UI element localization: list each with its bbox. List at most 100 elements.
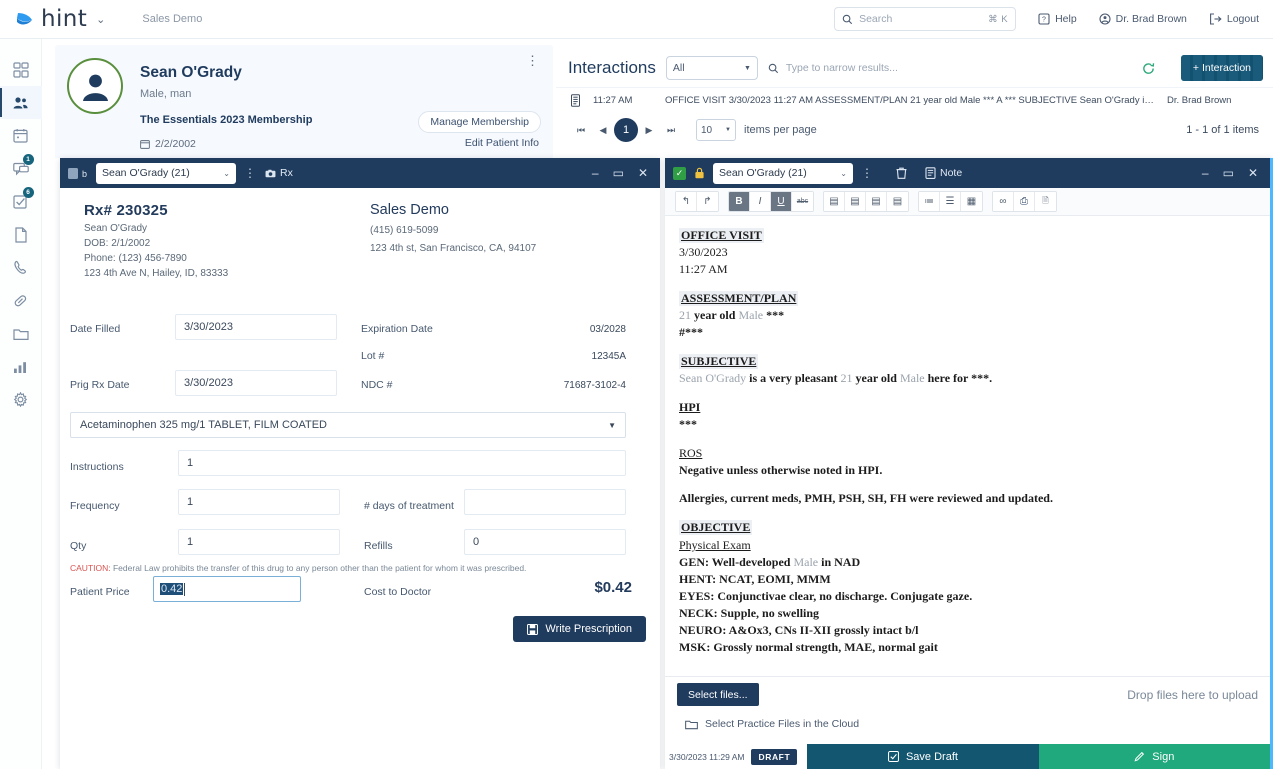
italic-icon[interactable]: I <box>750 192 771 211</box>
refills-input[interactable]: 0 <box>464 529 626 555</box>
note-minimize-button[interactable]: – <box>1202 167 1209 179</box>
rx-window-kebab-menu[interactable]: ⋮ <box>244 166 257 180</box>
avatar <box>67 58 123 114</box>
add-interaction-button[interactable]: + Interaction <box>1180 55 1263 81</box>
patient-card-kebab-menu[interactable]: ⋮ <box>526 53 540 69</box>
hint-logo-icon <box>14 10 34 29</box>
prig-rx-date-input[interactable]: 3/30/2023 <box>175 370 337 396</box>
table-icon[interactable]: ▦ <box>961 192 982 211</box>
brand-logo[interactable]: hint ⌄ <box>14 6 105 32</box>
note-icon <box>925 167 936 179</box>
strikethrough-icon[interactable]: abc <box>792 192 813 211</box>
page-icon[interactable]: 🗎 <box>1035 192 1056 211</box>
frequency-input[interactable]: 1 <box>178 489 340 515</box>
file-drop-zone[interactable]: Select files... Drop files here to uploa… <box>665 676 1270 712</box>
link-icon[interactable]: ∞ <box>993 192 1014 211</box>
edit-patient-info-link[interactable]: Edit Patient Info <box>465 137 539 149</box>
undo-icon[interactable]: ↰ <box>676 192 697 211</box>
brand-caret-icon[interactable]: ⌄ <box>96 13 105 26</box>
note-window-kebab-menu[interactable]: ⋮ <box>861 166 874 180</box>
note-patient-select[interactable]: Sean O'Grady (21) ⌄ <box>713 162 853 184</box>
sidebar-item-calendar[interactable] <box>0 119 42 152</box>
bold-icon[interactable]: B <box>729 192 750 211</box>
rx-window: b Sean O'Grady (21) ⌄ ⋮ Rx – ▭ ✕ Rx# 230… <box>60 158 660 769</box>
prig-rx-date-label: Prig Rx Date <box>70 379 130 391</box>
select-files-button[interactable]: Select files... <box>677 683 759 706</box>
interactions-search-input[interactable]: Type to narrow results... <box>786 62 898 74</box>
text-cursor <box>184 582 186 596</box>
pager-next-button[interactable]: ▶ <box>638 125 660 136</box>
interactions-filter-select[interactable]: All ▼ <box>665 56 758 80</box>
rx-number: Rx# 230325 <box>84 202 168 219</box>
sidebar-item-tasks[interactable]: 6 <box>0 185 42 218</box>
redo-icon[interactable]: ↱ <box>697 192 718 211</box>
toolbar-history-group: ↰ ↱ <box>675 191 719 212</box>
sidebar-item-files[interactable] <box>0 317 42 350</box>
days-of-treatment-input[interactable] <box>464 489 626 515</box>
caution-text: Federal Law prohibits the transfer of th… <box>110 563 527 573</box>
sidebar-item-reports[interactable] <box>0 350 42 383</box>
qty-input[interactable]: 1 <box>178 529 340 555</box>
ros-body2: Allergies, current meds, PMH, PSH, SH, F… <box>679 491 1053 506</box>
interaction-row[interactable]: 11:27 AM OFFICE VISIT 3/30/2023 11:27 AM… <box>556 87 1273 113</box>
sidebar-item-dashboard[interactable] <box>0 53 42 86</box>
rx-patient-select[interactable]: Sean O'Grady (21) ⌄ <box>96 162 236 184</box>
search-input[interactable]: Search <box>859 13 982 25</box>
sidebar-item-prescriptions[interactable] <box>0 284 42 317</box>
note-document-icon <box>570 94 581 107</box>
manage-membership-button[interactable]: Manage Membership <box>418 111 541 133</box>
bullet-list-icon[interactable]: ☰ <box>940 192 961 211</box>
pager-first-button[interactable]: ⏮ <box>570 125 592 136</box>
save-icon <box>527 623 539 635</box>
write-prescription-button[interactable]: Write Prescription <box>513 616 646 642</box>
sidebar-item-calls[interactable] <box>0 251 42 284</box>
page-size-label: items per page <box>744 124 817 136</box>
align-left-icon[interactable]: ▤ <box>824 192 845 211</box>
align-right-icon[interactable]: ▤ <box>866 192 887 211</box>
help-link[interactable]: ? Help <box>1038 13 1077 25</box>
delete-icon[interactable] <box>896 167 907 179</box>
save-draft-button[interactable]: Save Draft <box>807 744 1039 769</box>
drug-select[interactable]: Acetaminophen 325 mg/1 TABLET, FILM COAT… <box>70 412 626 438</box>
pager-last-button[interactable]: ⏭ <box>660 125 682 136</box>
sidebar-item-documents[interactable] <box>0 218 42 251</box>
interactions-header: Interactions All ▼ Type to narrow result… <box>556 45 1273 81</box>
instructions-input[interactable]: 1 <box>178 450 626 476</box>
rx-close-button[interactable]: ✕ <box>638 167 648 179</box>
sidebar-item-messages[interactable]: 1 <box>0 152 42 185</box>
print-icon[interactable]: ⎙ <box>1014 192 1035 211</box>
interactions-search[interactable]: Type to narrow results... <box>768 62 1132 74</box>
pager-current-page[interactable]: 1 <box>614 118 638 142</box>
page-size-select[interactable]: 10 ▼ <box>696 119 736 141</box>
rx-minimize-button[interactable]: – <box>592 167 599 179</box>
select-cloud-files-link[interactable]: Select Practice Files in the Cloud <box>665 712 1270 736</box>
subjective-age: 21 <box>840 371 853 386</box>
tasks-badge: 6 <box>22 187 34 198</box>
user-menu[interactable]: Dr. Brad Brown <box>1099 13 1187 25</box>
calendar-small-icon <box>140 139 150 149</box>
cost-to-doctor-value: $0.42 <box>594 579 632 596</box>
align-center-icon[interactable]: ▤ <box>845 192 866 211</box>
sidebar-item-settings[interactable] <box>0 383 42 416</box>
rx-patient-address: 123 4th Ave N, Hailey, ID, 83333 <box>84 268 229 279</box>
user-circle-icon <box>1099 13 1111 25</box>
note-close-button[interactable]: ✕ <box>1248 167 1258 179</box>
sign-button[interactable]: Sign <box>1038 744 1270 769</box>
caution-prefix: CAUTION: <box>70 563 111 573</box>
ordered-list-icon[interactable]: ≔ <box>919 192 940 211</box>
rx-maximize-button[interactable]: ▭ <box>613 167 624 179</box>
pager-prev-button[interactable]: ◀ <box>592 125 614 136</box>
global-search[interactable]: Search ⌘ K <box>834 7 1017 31</box>
underline-icon[interactable]: U <box>771 192 792 211</box>
patient-dob-value: 2/2/2002 <box>155 138 196 150</box>
date-filled-input[interactable]: 3/30/2023 <box>175 314 337 340</box>
objective-header: OBJECTIVE <box>679 520 753 536</box>
sidebar-item-patients[interactable] <box>0 86 42 119</box>
align-justify-icon[interactable]: ▤ <box>887 192 908 211</box>
interactions-refresh[interactable] <box>1142 62 1161 75</box>
logout-button[interactable]: Logout <box>1209 13 1259 25</box>
assessment-line2: #*** <box>679 325 703 340</box>
patient-card: Sean O'Grady Male, man The Essentials 20… <box>55 45 553 158</box>
note-maximize-button[interactable]: ▭ <box>1223 167 1234 179</box>
patient-price-input[interactable]: 0.42 <box>153 576 301 602</box>
